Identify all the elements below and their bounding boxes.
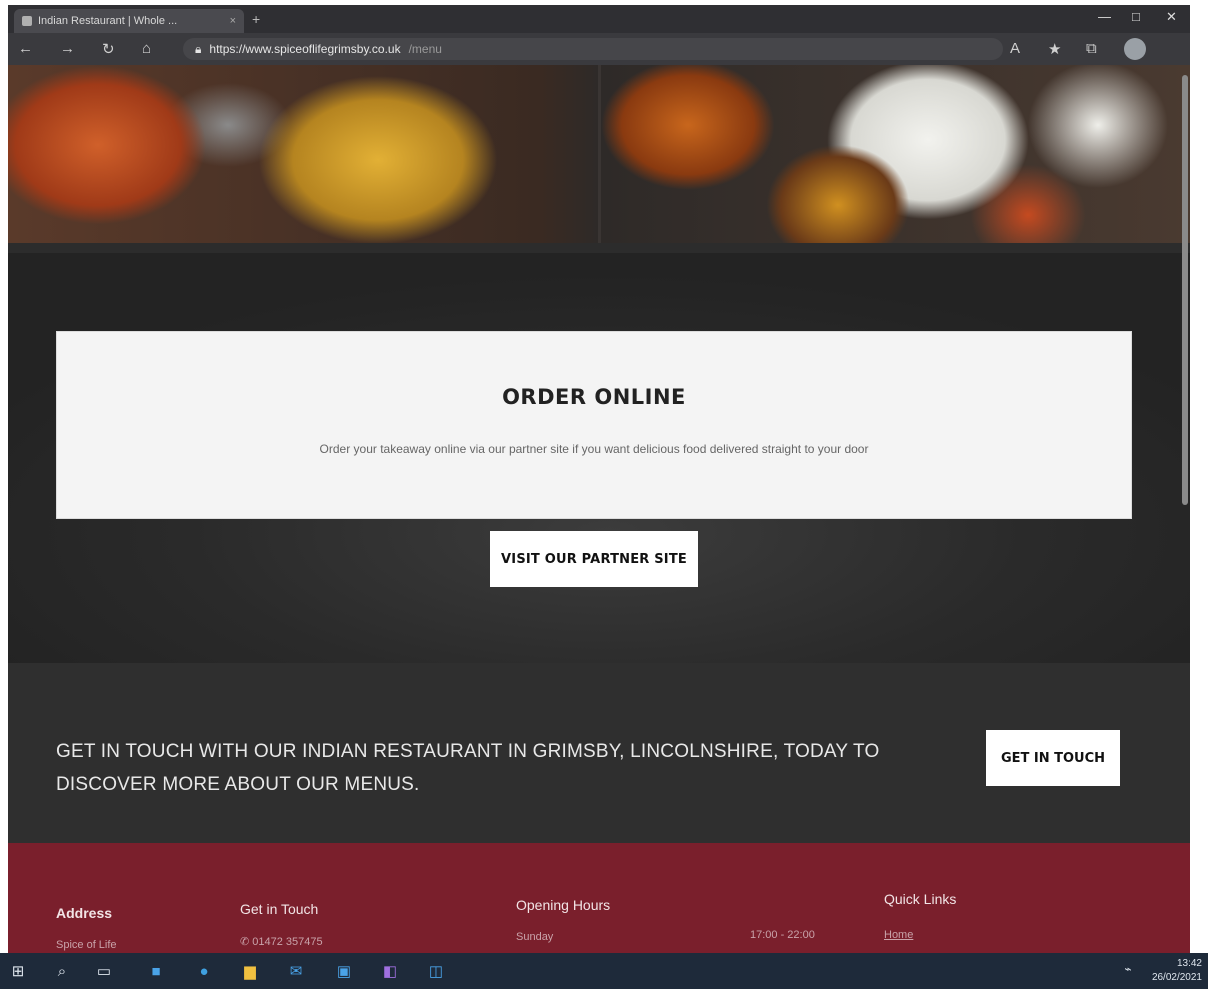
phone-icon: ✆ bbox=[240, 936, 253, 948]
footer-address-value: Spice of Life bbox=[56, 939, 117, 951]
hero-food-banner bbox=[8, 65, 1190, 253]
footer-hours-time: 17:00 - 22:00 bbox=[750, 929, 815, 941]
back-icon[interactable]: ← bbox=[18, 40, 33, 57]
minimize-button[interactable]: — bbox=[1098, 9, 1111, 24]
order-online-description: Order your takeaway online via our partn… bbox=[319, 442, 869, 456]
file-explorer-icon[interactable]: ▆ bbox=[240, 961, 260, 981]
tab-bar: Indian Restaurant | Whole ... × + — □ ✕ bbox=[8, 5, 1190, 33]
tab-close-icon[interactable]: × bbox=[230, 15, 236, 27]
hero-bottom-edge bbox=[8, 243, 1190, 253]
browser-window: Indian Restaurant | Whole ... × + — □ ✕ … bbox=[8, 5, 1190, 953]
lock-icon: 🔒︎ bbox=[195, 41, 202, 56]
site-footer: Address Spice of Life Get in Touch ✆ 014… bbox=[8, 843, 1190, 953]
tab-title: Indian Restaurant | Whole ... bbox=[38, 15, 178, 27]
maximize-button[interactable]: □ bbox=[1132, 9, 1140, 24]
hero-divider bbox=[598, 65, 601, 253]
settings-app-icon[interactable]: ◫ bbox=[426, 961, 446, 981]
store-icon[interactable]: ■ bbox=[146, 961, 166, 981]
url-text: https://www.spiceoflifegrimsby.co.uk bbox=[209, 42, 401, 56]
address-bar-row: ← → ↻ ⌂ 🔒︎ https://www.spiceoflifegrimsb… bbox=[8, 33, 1190, 65]
visit-partner-site-button[interactable]: VISIT OUR PARTNER SITE bbox=[490, 531, 698, 587]
search-icon[interactable]: ⌕ bbox=[52, 961, 72, 981]
clock-date: 26/02/2021 bbox=[1151, 972, 1202, 983]
close-window-button[interactable]: ✕ bbox=[1166, 9, 1177, 25]
footer-address-heading: Address bbox=[56, 905, 113, 921]
windows-taskbar: ⊞ ⌕ ▭ ■ ● ▆ ✉ ▣ ◧ ◫ ⌁ 13:42 26/02/2021 bbox=[0, 953, 1208, 989]
url-path: /menu bbox=[408, 42, 442, 56]
windows-start-icon[interactable]: ⊞ bbox=[8, 961, 28, 981]
footer-hours-day: Sunday bbox=[516, 931, 554, 943]
get-in-touch-button[interactable]: GET IN TOUCH bbox=[986, 730, 1120, 786]
clock-time: 13:42 bbox=[1176, 958, 1202, 969]
network-icon[interactable]: ⌁ bbox=[1118, 959, 1138, 979]
footer-phone-link[interactable]: ✆ 01472 357475 bbox=[240, 935, 323, 948]
get-in-touch-text: GET IN TOUCH WITH OUR INDIAN RESTAURANT … bbox=[56, 741, 880, 795]
footer-contact-heading: Get in Touch bbox=[240, 901, 319, 917]
tab-favicon-icon bbox=[22, 16, 32, 26]
order-online-title: ORDER ONLINE bbox=[502, 385, 686, 409]
refresh-icon[interactable]: ↻ bbox=[102, 40, 115, 58]
browser-tab[interactable]: Indian Restaurant | Whole ... × bbox=[14, 9, 244, 33]
collections-icon[interactable]: ⧉ bbox=[1086, 40, 1097, 57]
edge-icon[interactable]: ● bbox=[194, 961, 214, 981]
new-tab-button[interactable]: + bbox=[252, 11, 260, 27]
page-scrollbar[interactable] bbox=[1182, 75, 1188, 505]
footer-link-home[interactable]: Home bbox=[884, 929, 913, 941]
favorites-icon[interactable]: ★ bbox=[1048, 40, 1061, 58]
get-in-touch-section: GET IN TOUCH WITH OUR INDIAN RESTAURANT … bbox=[8, 663, 1190, 843]
profile-icon[interactable] bbox=[1124, 38, 1146, 60]
app-icon[interactable]: ◧ bbox=[380, 961, 400, 981]
order-online-section: ORDER ONLINE Order your takeaway online … bbox=[8, 253, 1190, 663]
mail-icon[interactable]: ✉ bbox=[286, 961, 306, 981]
footer-hours-heading: Opening Hours bbox=[516, 897, 611, 913]
home-icon[interactable]: ⌂ bbox=[142, 40, 151, 57]
photos-icon[interactable]: ▣ bbox=[334, 961, 354, 981]
url-field[interactable]: 🔒︎ https://www.spiceoflifegrimsby.co.uk /… bbox=[183, 38, 1003, 60]
order-online-panel: ORDER ONLINE Order your takeaway online … bbox=[56, 331, 1132, 519]
read-aloud-icon[interactable]: A bbox=[1010, 40, 1020, 57]
task-view-icon[interactable]: ▭ bbox=[94, 961, 114, 981]
taskbar-clock[interactable]: 13:42 26/02/2021 bbox=[1152, 957, 1202, 985]
footer-phone-value: 01472 357475 bbox=[252, 936, 323, 948]
forward-icon[interactable]: → bbox=[60, 40, 75, 57]
footer-links-heading: Quick Links bbox=[884, 891, 957, 907]
